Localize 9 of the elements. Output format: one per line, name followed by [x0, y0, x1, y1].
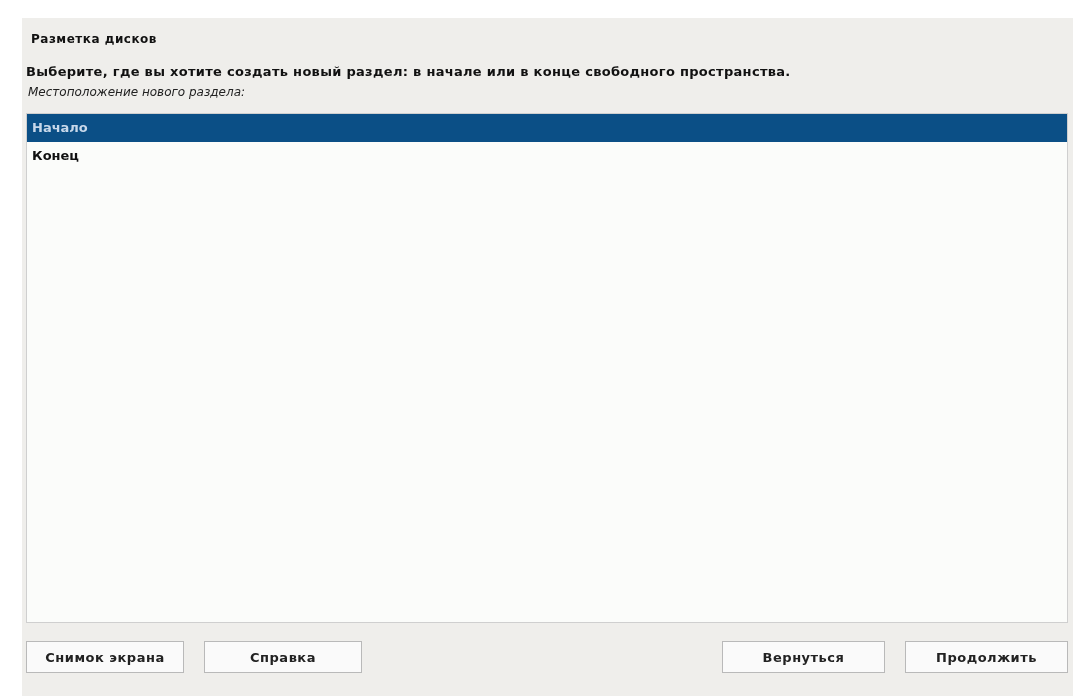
dialog-button[interactable]: Справка [204, 641, 362, 673]
dialog-button[interactable]: Снимок экрана [26, 641, 184, 673]
list-option[interactable]: Начало [27, 114, 1067, 142]
prompt-label: Местоположение нового раздела: [27, 85, 247, 99]
dialog-title: Разметка дисков [30, 32, 158, 46]
question-text: Выберите, где вы хотите создать новый раздел: в начале или в конце свободного пространства. [26, 64, 792, 79]
dialog-button[interactable]: Продолжить [905, 641, 1068, 673]
list-option[interactable]: Конец [27, 142, 1067, 170]
dialog-button[interactable]: Вернуться [722, 641, 885, 673]
